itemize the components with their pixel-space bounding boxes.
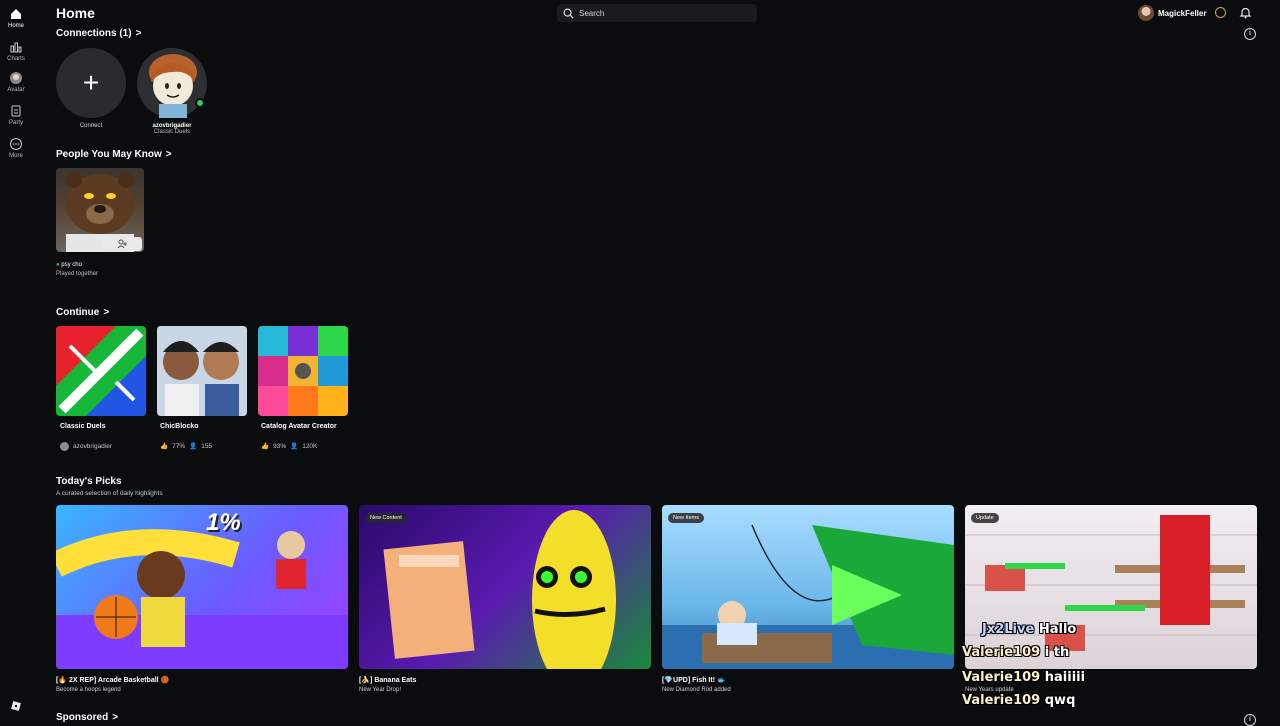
thumbs-up-icon: 👍	[261, 443, 270, 450]
game-title: [💎UPD] Fish It! 🐟	[662, 677, 726, 684]
roblox-logo-icon[interactable]	[10, 699, 22, 711]
home-icon	[11, 9, 21, 19]
game-meta: 👍 77% 👤 155	[160, 442, 213, 451]
search-input[interactable]: Search	[557, 4, 757, 22]
game-rating: 93%	[273, 442, 287, 450]
chat-username: Valerie109	[962, 645, 1041, 660]
chat-line: Valerie109 qwq	[962, 693, 1075, 708]
people-you-may-know-header[interactable]: People You May Know >	[56, 149, 172, 160]
game-meta: 👍 93% 👤 120K	[261, 442, 318, 451]
chevron-right-icon: >	[112, 712, 119, 723]
game-subtitle: New Year Drop!	[359, 687, 402, 693]
info-icon[interactable]: i	[1244, 28, 1256, 40]
search-placeholder: Search	[579, 8, 605, 18]
continue-header[interactable]: Continue >	[56, 307, 109, 318]
avatar	[137, 48, 207, 118]
sidebar-item-label: More	[9, 153, 23, 159]
connection-name: Connect	[79, 123, 103, 129]
new-items-badge: New Items	[668, 513, 704, 523]
plus-icon: +	[82, 67, 100, 98]
chat-username: Valerie109	[962, 670, 1041, 685]
chat-line: Valerie109 haiiiii	[962, 670, 1085, 685]
connection-game: Classic Duels	[153, 129, 191, 135]
sponsored-header[interactable]: Sponsored >	[56, 712, 118, 723]
section-title: Connections (1)	[56, 28, 132, 39]
avatar-icon	[10, 72, 22, 84]
sidebar-item-avatar[interactable]: Avatar	[0, 71, 32, 93]
game-thumbnail[interactable]	[258, 326, 348, 416]
new-content-badge: New Content	[365, 513, 407, 523]
avatar	[60, 442, 69, 451]
online-status-indicator	[195, 98, 205, 108]
chat-message: haiiiii	[1044, 670, 1086, 685]
game-creator: azovbrigadier	[73, 443, 113, 450]
players-icon: 👤	[189, 443, 198, 450]
sidebar-item-more[interactable]: More	[0, 137, 32, 159]
person-name: psy cho	[61, 262, 82, 268]
sidebar-item-charts[interactable]: Charts	[0, 40, 32, 62]
game-thumbnail[interactable]: New Content	[359, 505, 651, 669]
update-badge: Update	[971, 513, 999, 523]
chat-message: qwq	[1044, 693, 1076, 708]
game-title: [🔥 2X REP] Arcade Basketball 🏀	[56, 677, 170, 684]
more-icon	[10, 138, 22, 150]
user-profile-button[interactable]: MagickFeller	[1138, 5, 1206, 21]
game-meta: azovbrigadier	[60, 442, 112, 451]
game-rating: 77%	[172, 442, 186, 450]
party-icon	[11, 105, 21, 117]
add-friend-button[interactable]	[102, 237, 142, 251]
chat-username: Jx2Live	[982, 622, 1035, 637]
sidebar-item-home[interactable]: Home	[0, 7, 32, 29]
todays-picks-header: Today's Picks	[56, 476, 122, 487]
person-name-row: ● psy cho	[56, 262, 82, 268]
game-title: [🍌] Banana Eats	[359, 677, 417, 684]
game-title: Catalog Avatar Creator	[261, 423, 337, 430]
sidebar-item-label: Charts	[7, 56, 25, 62]
page-title: Home	[56, 5, 95, 21]
game-players: 155	[201, 442, 213, 450]
connect-button[interactable]: + Connect	[55, 48, 127, 129]
sidebar-item-party[interactable]: Party	[0, 104, 32, 126]
section-subtitle: A curated selection of daily highlights	[56, 490, 163, 497]
chat-line: Valerie109 i th	[962, 645, 1069, 660]
game-subtitle: New Diamond Rod added	[662, 687, 731, 693]
connections-header[interactable]: Connections (1) >	[56, 28, 141, 39]
sidebar-item-label: Home	[7, 23, 24, 29]
game-thumbnail[interactable]: New Items	[662, 505, 954, 669]
connection-item[interactable]: azovbrigadier Classic Duels	[132, 48, 212, 135]
sidebar-item-label: Avatar	[7, 87, 25, 93]
charts-icon	[10, 42, 22, 53]
chevron-right-icon: >	[103, 307, 110, 318]
game-title: Classic Duels	[60, 423, 106, 430]
players-icon: 👤	[290, 443, 299, 450]
thumbnail-overlay-text: 1%	[206, 509, 241, 536]
username: MagickFeller	[1158, 8, 1207, 18]
game-subtitle: Become a hoops legend	[56, 687, 121, 693]
search-icon	[563, 8, 574, 19]
person-relation: Played together	[56, 271, 99, 277]
section-title: Continue	[56, 307, 100, 318]
game-thumbnail[interactable]	[56, 326, 146, 416]
game-thumbnail[interactable]	[157, 326, 247, 416]
sidebar: Home Charts Avatar Party More	[0, 0, 32, 720]
section-title: Sponsored	[56, 712, 109, 723]
thumbs-up-icon: 👍	[160, 443, 169, 450]
game-title: ChicBlocko	[160, 423, 199, 430]
chat-line: Jx2Live Hallo	[982, 622, 1076, 637]
game-thumbnail[interactable]: 1%	[56, 505, 348, 669]
chevron-right-icon: >	[165, 149, 172, 160]
chat-username: Valerie109	[962, 693, 1041, 708]
chat-message: Hallo	[1038, 622, 1077, 637]
chevron-right-icon: >	[135, 28, 142, 39]
avatar	[1138, 5, 1154, 21]
robux-icon[interactable]	[1215, 7, 1226, 18]
chat-message: i th	[1044, 645, 1070, 660]
game-players: 120K	[302, 442, 318, 450]
sidebar-item-label: Party	[8, 120, 23, 126]
add-friend-icon	[117, 239, 127, 249]
bell-icon[interactable]	[1239, 6, 1252, 19]
section-title: People You May Know	[56, 149, 162, 160]
info-icon[interactable]: i	[1244, 714, 1256, 726]
